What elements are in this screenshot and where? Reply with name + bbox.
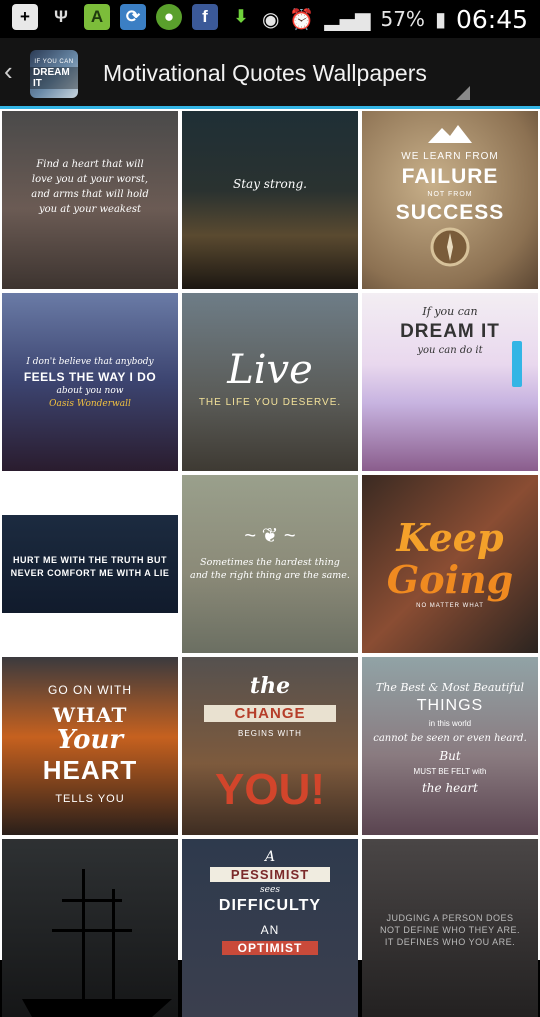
quote-line: PESSIMIST (210, 867, 330, 882)
quote-line: CHANGE (204, 705, 336, 722)
quote-line: MUST BE FELT with (413, 767, 487, 776)
quote-line: OPTIMIST (222, 941, 318, 955)
ornament-icon: ~ ❦ ~ (244, 525, 296, 547)
quote-line: you can do it (417, 345, 483, 356)
quote-line: NOT DEFINE WHO THEY ARE. (379, 925, 521, 935)
wallpaper-tile[interactable]: the CHANGE BEGINS WITH YOU! (182, 657, 358, 835)
app-logo[interactable]: IF YOU CAN DREAM IT (30, 50, 78, 98)
logo-small-text: IF YOU CAN (34, 59, 74, 65)
quote-line: If you can (422, 305, 478, 318)
quote-line: NEVER COMFORT ME WITH A LIE (10, 568, 170, 578)
menu-corner-icon[interactable] (456, 86, 470, 100)
battery-icon: ▮ (434, 7, 446, 31)
quote-line: But (439, 749, 461, 763)
clock: 06:45 (455, 4, 528, 34)
quote-line: and arms that will hold (31, 189, 149, 200)
ship-silhouette-icon (22, 869, 172, 1017)
add-icon: + (12, 4, 38, 30)
android-debug-icon: A (84, 4, 110, 30)
quote-line: DREAM IT (400, 321, 500, 342)
chevron-left-icon[interactable]: ‹ (4, 56, 13, 87)
quote-line: and the right thing are the same. (190, 570, 350, 581)
quote-line: Oasis Wonderwall (49, 399, 131, 409)
quote-line: TELLS YOU (55, 793, 125, 805)
facebook-icon: f (192, 4, 218, 30)
wallpaper-tile[interactable]: WE LEARN FROM FAILURE NOT FROM SUCCESS (362, 111, 538, 289)
wallpaper-tile[interactable]: Keep Going NO MATTER WHAT (362, 475, 538, 653)
quote-line: Live (227, 347, 313, 393)
wallpaper-tile[interactable]: The Best & Most Beautiful THINGS in this… (362, 657, 538, 835)
wallpaper-tile[interactable]: A PESSIMIST sees DIFFICULTY AN OPTIMIST (182, 839, 358, 1017)
quote-line: AN (260, 923, 280, 937)
quote-line: BEGINS WITH (238, 729, 302, 738)
status-bar: + Ψ A ⟳ ● f ⬇ ◉ ⏰ ▂▄▆ 57% ▮ 06:45 (0, 0, 540, 38)
quote-line: in this world (428, 719, 472, 728)
quote-line: love you at your worst, (31, 174, 149, 185)
signal-icon: ▂▄▆ (324, 7, 371, 31)
quote-line: cannot be seen or even heard. (373, 733, 527, 744)
quote-line: Sometimes the hardest thing (200, 557, 340, 568)
quote-line: Stay strong. (233, 177, 307, 191)
quote-line: NO MATTER WHAT (416, 603, 484, 609)
quote-line: Going (386, 557, 514, 602)
scrollbar-thumb[interactable] (512, 341, 522, 387)
wallpaper-tile[interactable]: Find a heart that will love you at your … (2, 111, 178, 289)
quote-line: WHAT (52, 703, 128, 727)
alarm-icon: ⏰ (289, 7, 315, 31)
wallpaper-grid: Find a heart that will love you at your … (0, 109, 540, 1017)
wallpaper-tile[interactable]: GO ON WITH WHAT Your HEART TELLS YOU (2, 657, 178, 835)
wallpaper-tile[interactable]: JUDGING A PERSON DOES NOT DEFINE WHO THE… (362, 839, 538, 1017)
planet-icon: ● (156, 4, 182, 30)
eye-icon: ◉ (261, 7, 280, 31)
quote-line: WE LEARN FROM (401, 151, 499, 162)
mountain-icon (368, 125, 532, 148)
quote-line: FAILURE (401, 165, 499, 188)
wallpaper-tile[interactable] (2, 839, 178, 1017)
battery-percent: 57% (380, 7, 425, 31)
quote-line: I don't believe that anybody (26, 357, 154, 367)
quote-line: about you now (56, 386, 124, 396)
quote-line: NOT FROM (427, 191, 473, 198)
quote-line: FEELS THE WAY I DO (23, 370, 157, 384)
quote-line: GO ON WITH (48, 683, 132, 697)
logo-text: DREAM IT (30, 67, 78, 89)
quote-line: HURT ME WITH THE TRUTH BUT (13, 555, 167, 565)
quote-line: THE LIFE YOU DESERVE. (198, 397, 342, 408)
quote-line: YOU! (215, 765, 325, 814)
compass-icon (368, 225, 532, 274)
quote-line: The Best & Most Beautiful (375, 681, 525, 694)
action-bar: ‹ IF YOU CAN DREAM IT Motivational Quote… (0, 38, 540, 106)
page-title: Motivational Quotes Wallpapers (103, 60, 427, 86)
notification-icons: + Ψ A ⟳ ● f ⬇ (12, 4, 254, 30)
wallpaper-tile[interactable]: Live THE LIFE YOU DESERVE. (182, 293, 358, 471)
usb-icon: Ψ (54, 7, 68, 26)
quote-line: you at your weakest (38, 204, 142, 215)
quote-line: the (249, 673, 291, 699)
app-update-icon: ⟳ (120, 4, 146, 30)
quote-line: THINGS (416, 697, 484, 714)
quote-line: HEART (42, 755, 138, 785)
download-icon: ⬇ (233, 7, 249, 26)
system-indicators: ◉ ⏰ ▂▄▆ 57% ▮ 06:45 (262, 0, 528, 38)
quote-line: sees (260, 885, 280, 895)
wallpaper-tile[interactable]: I don't believe that anybody FEELS THE W… (2, 293, 178, 471)
wallpaper-tile[interactable]: Stay strong. (182, 111, 358, 289)
quote-line: the heart (421, 781, 478, 795)
wallpaper-tile[interactable]: ~ ❦ ~ Sometimes the hardest thing and th… (182, 475, 358, 653)
quote-line: Your (56, 725, 124, 755)
quote-line: Keep (396, 515, 504, 560)
quote-line: JUDGING A PERSON DOES (386, 913, 514, 923)
quote-line: Find a heart that will (36, 159, 144, 170)
quote-line: IT DEFINES WHO YOU ARE. (384, 937, 516, 947)
quote-line: SUCCESS (395, 201, 505, 224)
wallpaper-tile[interactable]: HURT ME WITH THE TRUTH BUT NEVER COMFORT… (2, 475, 178, 653)
quote-line: A (264, 849, 276, 865)
quote-line: DIFFICULTY (218, 897, 322, 914)
